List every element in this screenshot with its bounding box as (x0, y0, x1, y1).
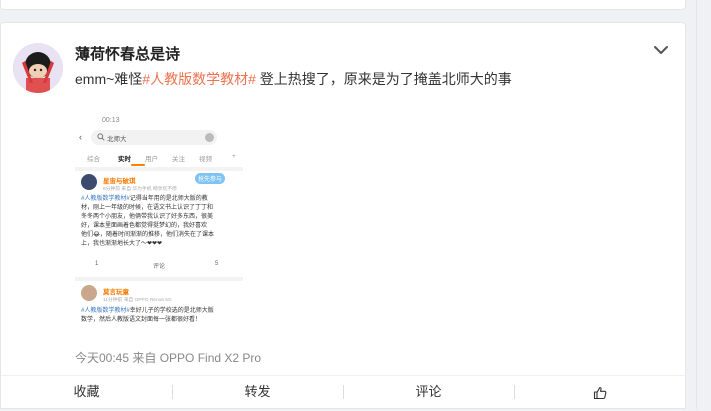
favorite-button[interactable]: 收藏 (1, 376, 172, 411)
image-tab: 视频 (199, 156, 212, 163)
image-repost-count: 1 (95, 261, 99, 267)
image-hashtag: #人教版数学教材# (81, 308, 130, 314)
post-text-suffix: 登上热搜了，原来是为了掩盖北师大的事 (255, 71, 512, 87)
comment-button[interactable]: 评论 (343, 376, 514, 411)
image-post-body: #人教版数学教材#记得当年用的是北师大版的教 材，刚上一年级的时候，在语文书上认… (81, 195, 241, 249)
post-meta: 今天00:45 来自 OPPO Find X2 Pro (75, 351, 262, 365)
image-body-line: 数学，然后人教版语文封面每一张都很好看！ (81, 317, 202, 323)
image-body-line: 好，课本里面画着色都觉得挺梦幻的，我好喜欢 (81, 223, 208, 229)
image-badge: 抢先参与 (195, 173, 226, 184)
post-text: emm~难怪#人教版数学教材# 登上热搜了，原来是为了掩盖北师大的事 (75, 69, 512, 89)
image-post-meta: 8分钟前 来自 华为手机 畅享玩不停 (103, 187, 177, 192)
avatar[interactable] (13, 43, 63, 93)
post-image[interactable]: 00:13 ‹ 北师大 综合 实时 用户 关注 视频 + 星宙与破琪 8分钟前 … (75, 111, 243, 341)
chevron-down-icon[interactable] (651, 41, 671, 59)
like-button[interactable] (514, 376, 685, 411)
image-search-bar: 北师大 (91, 130, 217, 145)
image-like-count: 5 (215, 261, 219, 267)
image-body-line: 材，刚上一年级的时候，在语文书上认识了丁丁和 (81, 205, 214, 211)
image-hashtag: #人教版数学教材# (81, 196, 130, 202)
post-card: 薄荷怀春总是诗 emm~难怪#人教版数学教材# 登上热搜了，原来是为了掩盖北师大… (0, 22, 687, 411)
image-post-name: 莫言玩童 (103, 289, 129, 296)
image-post-name: 星宙与破琪 (103, 178, 136, 185)
image-body-line: 他们😂，随着时间渐渐的推移，他们消失在了课本 (81, 232, 215, 238)
image-divider (75, 277, 243, 281)
back-icon: ‹ (79, 132, 82, 142)
image-post-meta: 11分钟前 来自 OPPO Reno6 5G (103, 298, 172, 303)
username[interactable]: 薄荷怀春总是诗 (75, 43, 180, 64)
scrollbar-track[interactable] (696, 0, 697, 409)
image-divider (75, 167, 243, 171)
repost-button[interactable]: 转发 (172, 376, 343, 411)
image-comment-label: 评论 (153, 264, 166, 270)
post-text-prefix: emm~难怪 (75, 71, 143, 87)
search-icon (97, 133, 105, 141)
image-avatar (81, 285, 97, 301)
image-post-actions: 1 评论 5 (75, 261, 243, 271)
plus-icon: + (232, 153, 236, 160)
image-search-text: 北师大 (107, 136, 127, 143)
image-status-time: 00:13 (102, 117, 120, 124)
image-tab: 用户 (145, 156, 158, 163)
previous-post-card (0, 0, 686, 10)
image-tab-active: 实时 (118, 156, 131, 163)
image-tab: 综合 (87, 156, 100, 163)
image-tab-underline (131, 164, 145, 166)
image-tab: 关注 (172, 156, 185, 163)
clear-icon (205, 133, 214, 142)
image-post-body: #人教版数学教材#幸好儿子的学校选的是北师大版 数学，然后人教版语文封面每一张都… (81, 307, 241, 325)
image-body-line: 幸好儿子的学校选的是北师大版 (129, 308, 214, 314)
image-avatar (81, 174, 97, 190)
image-body-line: 冬冬两个小朋友，他俩带我认识了好多东西，很美 (81, 214, 214, 220)
image-tabs: 综合 实时 用户 关注 视频 + (87, 153, 241, 166)
thumbs-up-icon (593, 386, 606, 399)
image-body-line: 上，我也渐渐地长大了～❤❤❤ (81, 241, 163, 247)
post-action-bar: 收藏 转发 评论 (1, 375, 687, 411)
hashtag-link[interactable]: #人教版数学教材# (142, 71, 256, 87)
image-body-line: 记得当年用的是北师大版的教 (129, 196, 208, 202)
